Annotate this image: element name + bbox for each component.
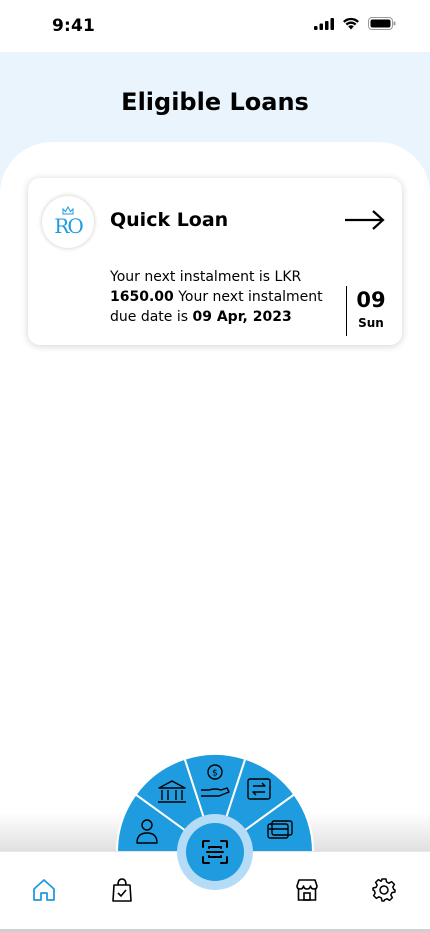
instalment-text: Your next instalment is LKR 1650.00 Your…: [110, 267, 336, 327]
store-icon[interactable]: [294, 877, 320, 903]
instalment-prefix: Your next instalment is LKR: [110, 269, 302, 285]
status-bar: 9:41: [0, 0, 430, 52]
instalment-due-date: 09 Apr, 2023: [192, 309, 292, 325]
status-time: 9:41: [52, 16, 96, 36]
due-weekday: Sun: [358, 316, 384, 330]
svg-text:$: $: [212, 769, 218, 779]
lender-logo-text: RO: [54, 214, 84, 238]
due-day: 09: [356, 288, 386, 312]
battery-icon: [368, 17, 396, 30]
arrow-right-icon[interactable]: [344, 208, 386, 232]
scan-icon: [202, 840, 228, 864]
instalment-amount: 1650.00: [110, 289, 174, 305]
loan-card-quick-loan[interactable]: RO Quick Loan Your next instalment is LK…: [28, 178, 402, 345]
scan-button[interactable]: [186, 823, 244, 881]
scan-button-ring: [177, 814, 253, 890]
loan-name: Quick Loan: [110, 209, 229, 231]
home-icon[interactable]: [31, 877, 57, 903]
shopping-bag-icon[interactable]: [109, 877, 135, 903]
wifi-icon: [343, 17, 359, 30]
status-icons: [314, 17, 396, 30]
signal-icon: [314, 17, 334, 30]
due-date-block: 09 Sun: [346, 286, 396, 336]
crown-icon: [62, 206, 74, 215]
page-title: Eligible Loans: [121, 88, 309, 116]
settings-icon[interactable]: [371, 877, 397, 903]
lender-logo: RO: [42, 196, 94, 248]
